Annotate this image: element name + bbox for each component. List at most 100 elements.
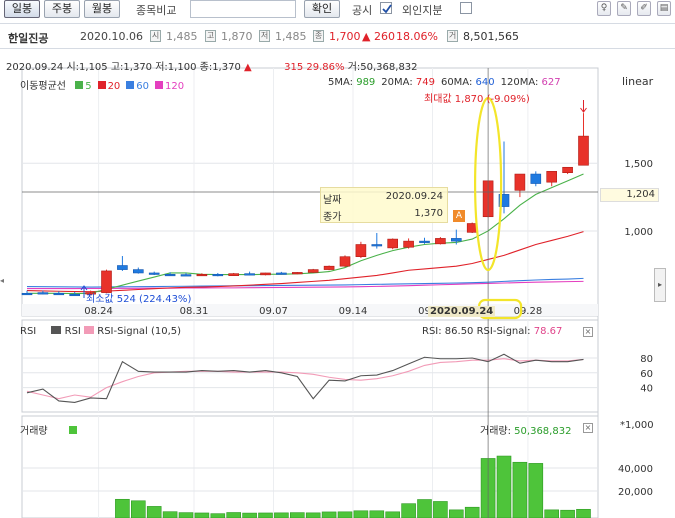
tooltip-close-label: 종가	[323, 212, 342, 223]
volume-bar	[115, 498, 130, 518]
draw-pen-icon[interactable]: ✎	[617, 1, 631, 16]
marker-a-badge[interactable]: A	[453, 210, 465, 222]
rsi-tick-label: 60	[640, 369, 653, 380]
volume-bar	[337, 511, 353, 518]
ma-legend-swatch	[126, 81, 135, 89]
ma-legend-swatch	[155, 81, 164, 89]
candle-body	[355, 244, 367, 258]
stock-chart-svg[interactable]: 1,0001,50008.2408.3109.0709.1409.2109.28…	[0, 54, 675, 518]
daily-chart-button[interactable]: 일봉	[4, 0, 40, 18]
compare-stock-input[interactable]	[190, 0, 296, 18]
candle-body	[244, 273, 255, 276]
ma-value-label: 20MA:	[381, 77, 413, 88]
volume-close-icon[interactable]: ×	[583, 423, 593, 433]
ma-value: 640	[472, 77, 495, 88]
rsi-swatch	[51, 326, 62, 334]
volume-bar	[353, 510, 369, 518]
candle-body	[546, 171, 558, 183]
scroll-left-icon[interactable]: ◂	[0, 276, 6, 290]
info-low: 저:1,100	[155, 62, 197, 73]
info-arrow: ▲	[244, 62, 252, 73]
open-price: 1,485	[166, 30, 198, 43]
info-date: 2020.09.24	[6, 62, 64, 73]
info-pct: 29.86%	[306, 62, 345, 73]
price-tick-label: 1,500	[624, 159, 653, 170]
eraser-icon[interactable]: ✐	[637, 1, 651, 16]
volume-bar	[576, 508, 591, 518]
tooltip-date: 2020.09.24	[385, 191, 443, 202]
quote-date: 2020.10.06	[80, 30, 143, 43]
low-price: 1,485	[275, 30, 307, 43]
candle-body	[403, 240, 414, 248]
candle-body	[212, 274, 224, 277]
volume-swatch	[68, 426, 77, 434]
volume-bar	[496, 455, 512, 518]
candle-body	[228, 273, 239, 276]
candle-body	[387, 238, 399, 249]
candle-body	[21, 292, 33, 296]
candle-body	[514, 173, 526, 191]
ma-value-label: 60MA:	[440, 77, 473, 88]
ma-legend-title: 이동평균선	[20, 81, 66, 92]
weekly-chart-button[interactable]: 주봉	[44, 0, 80, 18]
checkmark-icon	[382, 4, 392, 14]
foreign-ratio-label: 외인지분	[402, 4, 443, 17]
date-tick-label: 09.28	[514, 306, 543, 317]
rsi-legend: RSI RSI RSI-Signal (10,5)	[20, 326, 181, 337]
info-close: 종:1,370	[199, 62, 241, 73]
confirm-button[interactable]: 확인	[304, 0, 340, 18]
candle-body	[180, 274, 192, 277]
info-open: 시:1,105	[66, 62, 108, 73]
volume-bar	[178, 512, 194, 518]
scroll-right-icon[interactable]: ▸	[654, 268, 666, 302]
compare-label: 종목비교	[136, 4, 177, 17]
tooltip-date-label: 날짜	[323, 195, 342, 206]
print-icon[interactable]: ▤	[657, 1, 671, 16]
volume-bar	[560, 509, 575, 518]
candle-body	[196, 274, 208, 277]
volume-readout-value: 50,368,832	[514, 426, 572, 437]
volume-tick-label: 20,000	[618, 487, 653, 498]
high-price: 1,870	[221, 30, 253, 43]
volume-bar	[274, 512, 289, 518]
rsi-signal-value: 78.67	[533, 326, 563, 337]
quote-volume: 8,501,565	[463, 30, 519, 43]
rsi-signal-swatch	[84, 326, 95, 334]
volume-bar	[512, 461, 528, 518]
volume-bar	[433, 501, 448, 518]
monthly-chart-button[interactable]: 월봉	[84, 0, 120, 18]
date-tick-label: 09.07	[259, 306, 288, 317]
candle-body	[291, 272, 303, 275]
foreign-ratio-checkbox[interactable]	[460, 2, 472, 14]
price-change: ▲ 260	[362, 30, 395, 43]
crosshair-date-label: 2020.09.24	[428, 306, 496, 317]
candle-body	[37, 292, 49, 295]
chart-area[interactable]: 1,0001,50008.2408.3109.0709.1409.2109.28…	[0, 54, 675, 518]
rsi-legend-rsi: RSI	[64, 326, 81, 337]
volume-bar	[210, 513, 226, 518]
candle-body	[450, 238, 462, 242]
ma-legend-label: 60	[136, 81, 150, 92]
ma-legend: 이동평균선 5 20 60 120	[20, 77, 184, 92]
volume-bar	[258, 512, 273, 518]
volume-bar	[417, 499, 432, 518]
candle-body	[323, 265, 335, 270]
volume-icon: 거	[447, 30, 458, 42]
volume-readout-label: 거래량:	[480, 426, 511, 437]
close-icon: 종	[313, 30, 324, 42]
candle-body	[371, 244, 383, 247]
candle-body	[260, 272, 271, 276]
rsi-close-icon[interactable]: ×	[583, 327, 593, 337]
scale-mode-label[interactable]: linear	[622, 75, 653, 88]
disclosure-checkbox[interactable]	[380, 2, 392, 14]
ma-value: 989	[353, 77, 376, 88]
volume-bar	[369, 510, 385, 518]
volume-bar	[194, 512, 210, 518]
indicator-icon[interactable]: ♀	[597, 1, 611, 16]
ma-legend-label: 5	[85, 81, 92, 92]
date-tick-label: 09.14	[339, 306, 368, 317]
rsi-line	[26, 353, 584, 403]
volume-bar	[242, 512, 257, 518]
volume-bar	[131, 500, 146, 518]
rsi-value: RSI: 86.50	[422, 326, 474, 337]
